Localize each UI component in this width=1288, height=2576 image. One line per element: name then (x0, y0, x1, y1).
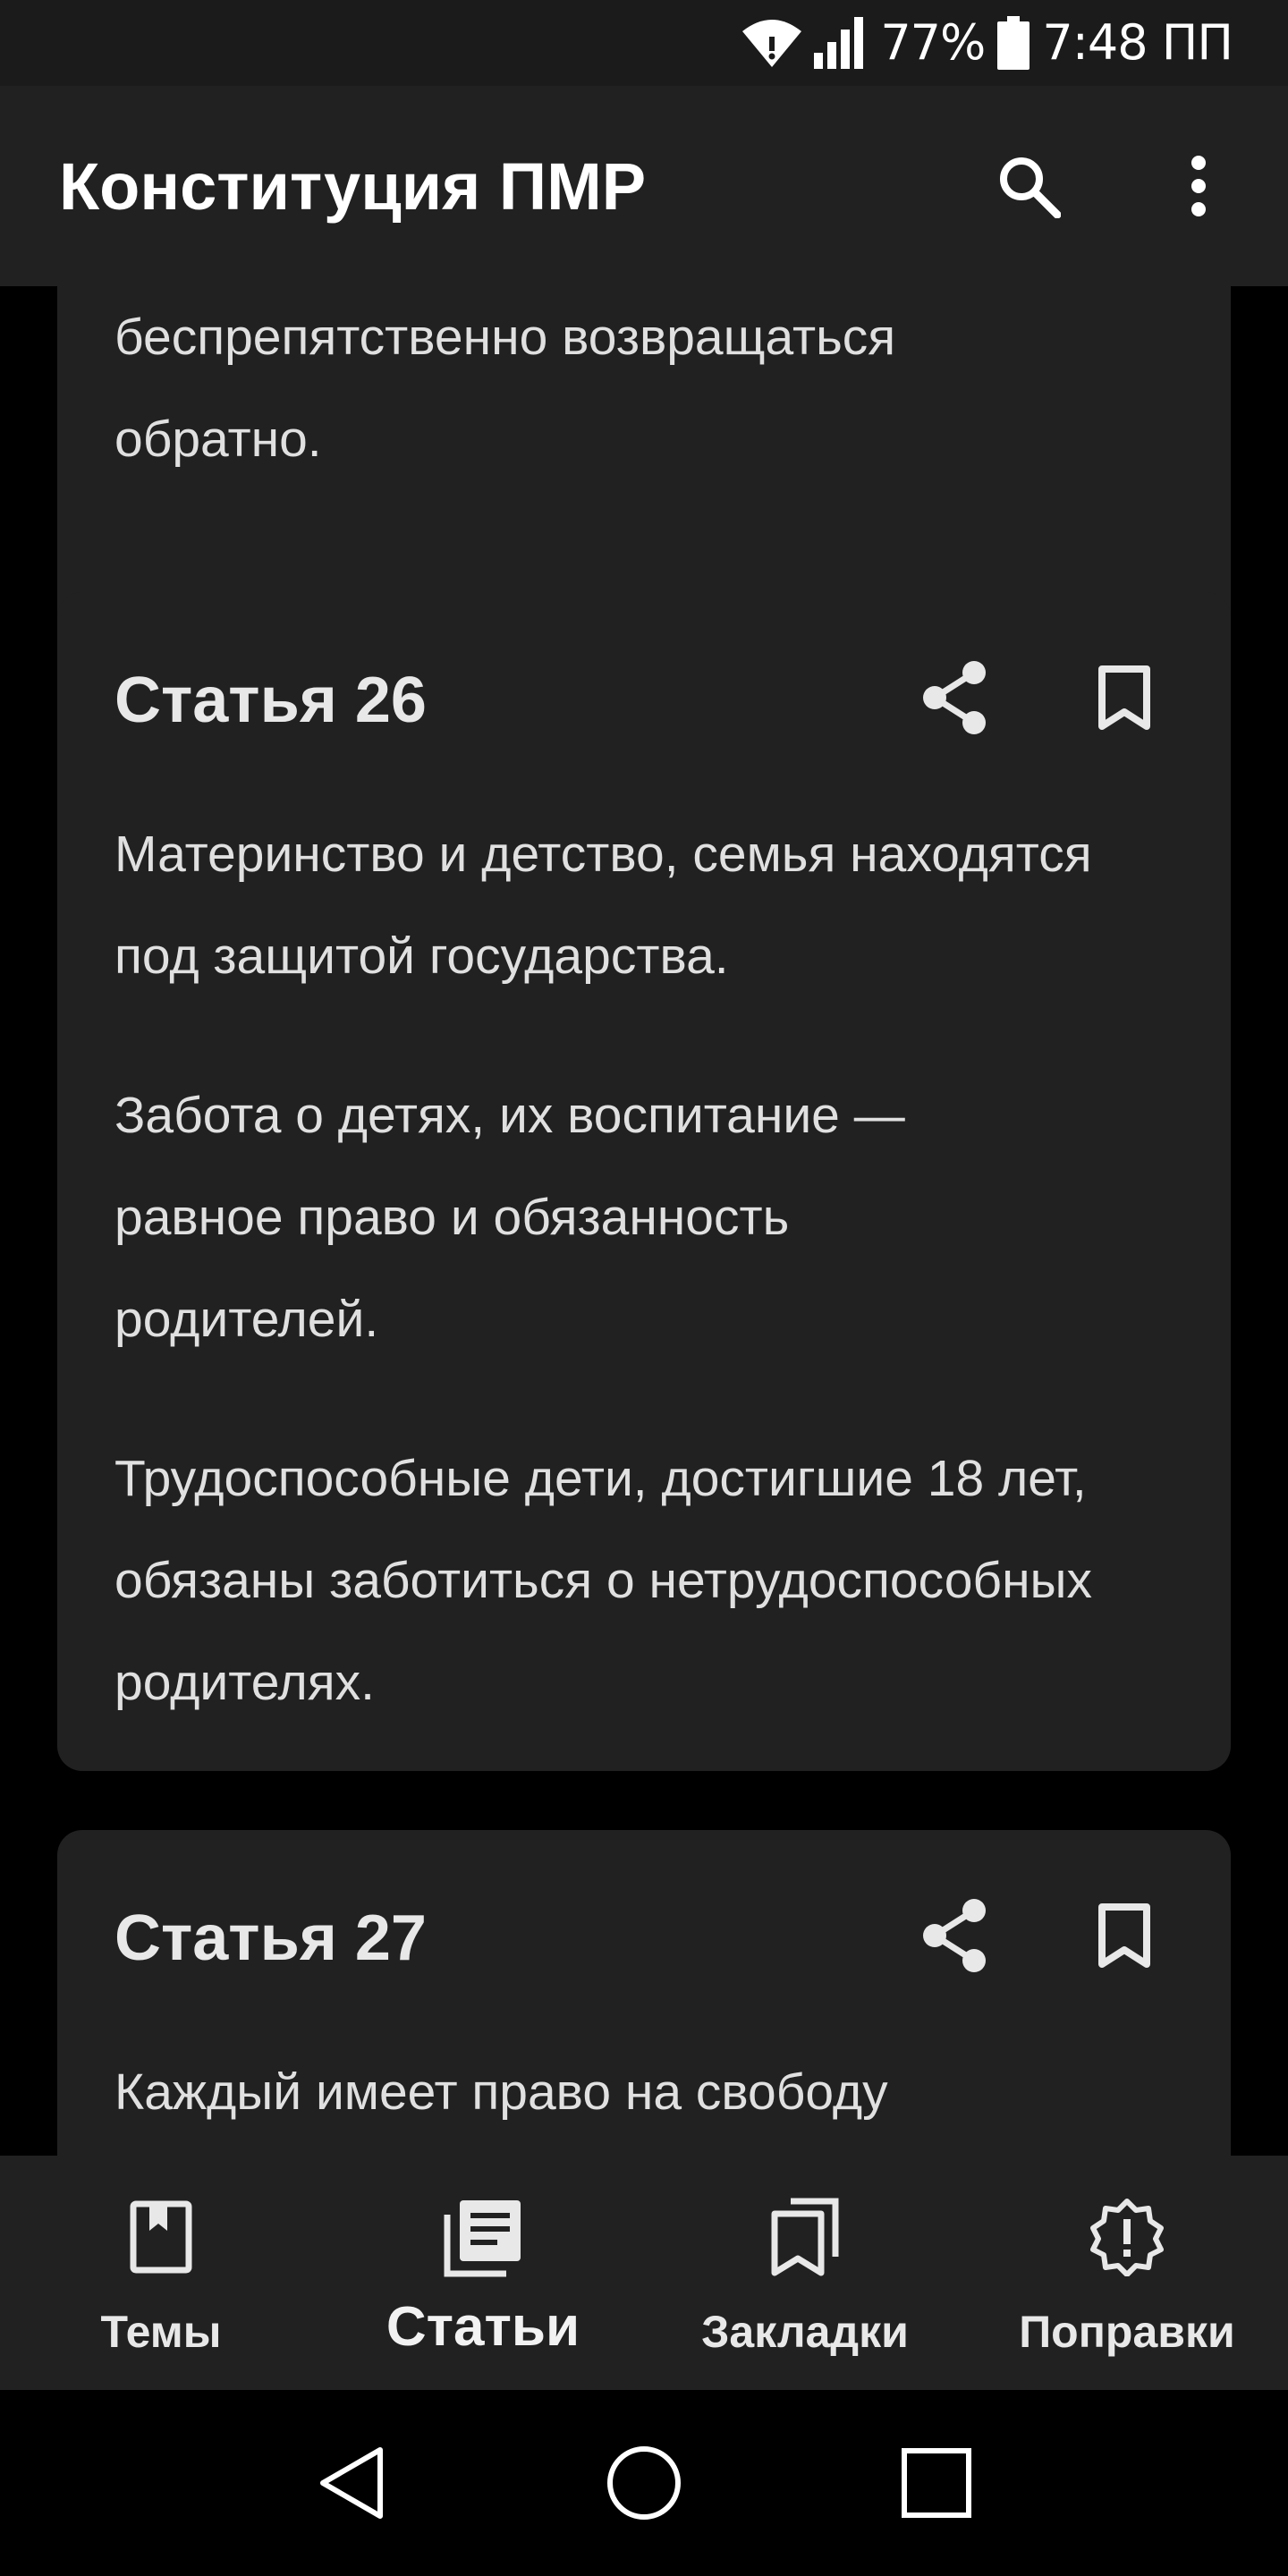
nav-label: Темы (100, 2307, 222, 2357)
more-vert-icon (1191, 156, 1206, 216)
app-title: Конституция ПМР (59, 148, 647, 224)
clock: 7:48 ПП (1042, 14, 1233, 71)
nav-label: Закладки (701, 2307, 909, 2357)
nav-item-themes[interactable]: Темы (0, 2156, 322, 2390)
bookmark-icon (1098, 665, 1150, 730)
back-icon (320, 2447, 384, 2519)
status-bar: 77% 7:48 ПП (0, 0, 1288, 86)
book-icon (130, 2188, 192, 2286)
article-paragraph: Трудоспособные дети, достигшие 18 лет, о… (114, 1450, 1093, 1711)
article-card-26: Статья 26 Материнство и детство, семья н… (57, 592, 1231, 1771)
bookmark-button[interactable] (1075, 648, 1174, 747)
nav-label: Статьи (386, 2296, 580, 2358)
article-card-27: Статья 27 Каждый имеет право на свободу (57, 1830, 1231, 2156)
home-icon (606, 2446, 681, 2520)
share-button[interactable] (905, 1886, 1004, 1985)
nav-item-bookmarks[interactable]: Закладки (644, 2156, 966, 2390)
app-bar: Конституция ПМР (0, 86, 1288, 286)
article-paragraph: Каждый имеет право на свободу (114, 2063, 888, 2121)
recents-icon (901, 2448, 971, 2518)
articles-list[interactable]: беспрепятственно возвращаться обратно. С… (0, 286, 1288, 2156)
battery-icon (997, 16, 1030, 70)
share-icon (923, 661, 986, 734)
alert-badge-icon (1088, 2188, 1166, 2286)
share-button[interactable] (905, 648, 1004, 747)
home-button[interactable] (586, 2425, 702, 2541)
bookmark-icon (1098, 1903, 1150, 1968)
recents-button[interactable] (878, 2425, 995, 2541)
search-button[interactable] (975, 132, 1082, 240)
back-button[interactable] (293, 2425, 410, 2541)
nav-item-amendments[interactable]: Поправки (966, 2156, 1288, 2390)
system-navigation-bar (0, 2390, 1288, 2576)
article-paragraph: Забота о детях, их воспитание — равное п… (114, 1087, 905, 1348)
nav-label: Поправки (1019, 2307, 1235, 2357)
signal-icon (814, 17, 868, 69)
search-icon (1000, 157, 1061, 218)
wifi-icon (742, 19, 802, 67)
screen: 77% 7:48 ПП Конституция ПМР беспрепятств… (0, 0, 1288, 2576)
battery-percent: 77% (880, 14, 986, 71)
nav-item-articles[interactable]: Статьи (322, 2156, 644, 2390)
article-paragraph: Материнство и детство, семья находятся п… (114, 826, 1092, 985)
share-icon (923, 1899, 986, 1972)
article-title: Статья 27 (114, 1902, 427, 1974)
bottom-navigation: Темы Статьи Закладки Поправки (0, 2156, 1288, 2390)
article-title: Статья 26 (114, 665, 427, 736)
article-paragraph: беспрепятственно возвращаться обратно. (114, 309, 896, 468)
more-options-button[interactable] (1145, 132, 1252, 240)
bookmark-button[interactable] (1075, 1886, 1174, 1985)
articles-icon (442, 2188, 524, 2286)
bookmarks-icon (769, 2188, 841, 2286)
